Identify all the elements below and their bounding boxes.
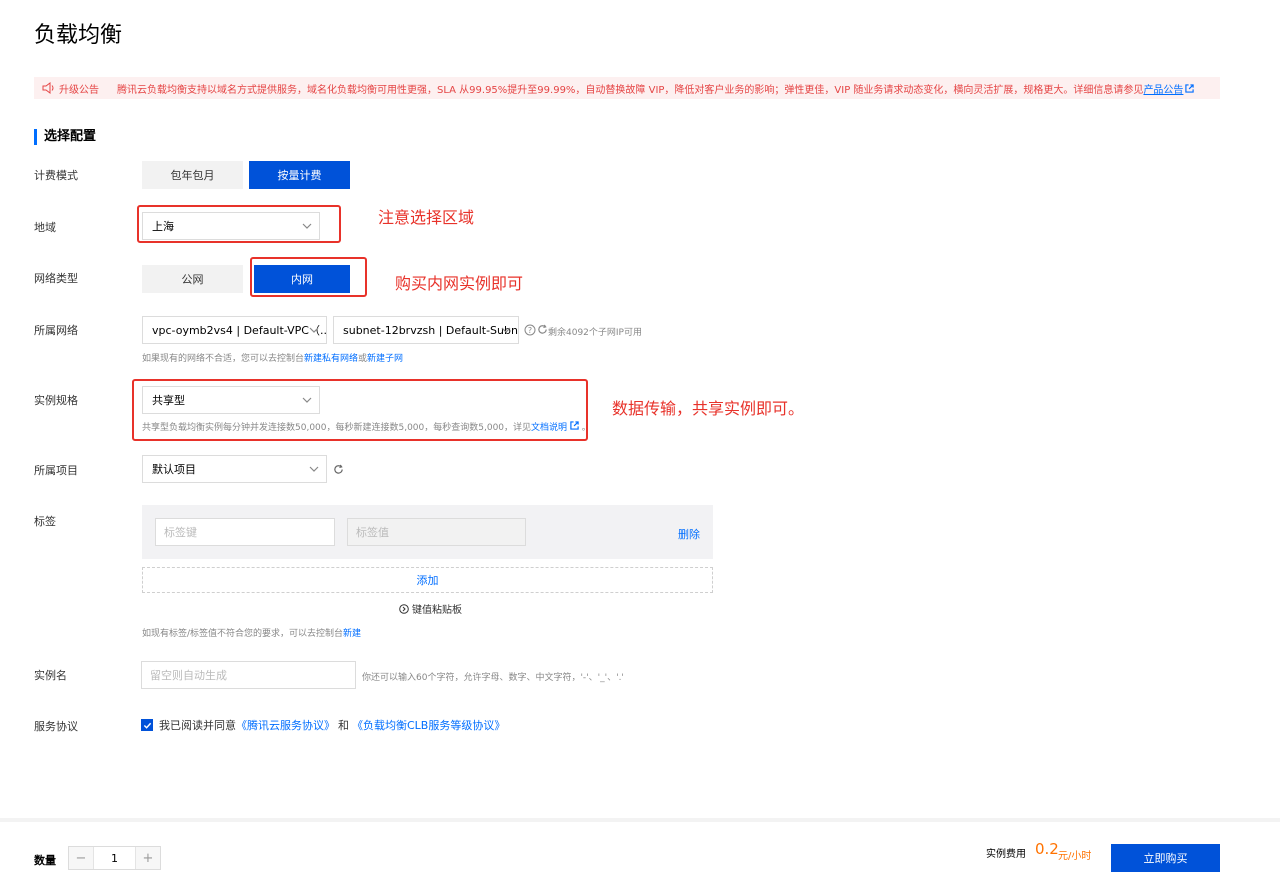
billing-option-yearly[interactable]: 包年包月 [142,161,243,189]
create-tag-link[interactable]: 新建 [343,629,361,639]
fee-unit: 元/小时 [1058,851,1092,862]
annotation-region: 注意选择区域 [378,208,475,227]
refresh-icon[interactable] [537,324,548,335]
chevron-down-icon [309,466,319,472]
quantity-value[interactable]: 1 [93,847,136,869]
network-hint: 如果现有的网络不合适，您可以去控制台新建私有网络或新建子网 [142,354,404,364]
footer-bar: 数量 − 1 + 实例费用 0.2 元/小时 立即购买 [0,818,1280,886]
agreement-label: 服务协议 [34,720,78,733]
notice-tag: 升级公告 [59,84,99,96]
tag-key-input[interactable]: 标签键 [155,518,335,546]
network-label: 所属网络 [34,324,78,337]
billing-label: 计费模式 [34,169,78,182]
fee-label: 实例费用 [986,849,1026,860]
speaker-icon [42,82,54,94]
billing-option-payg[interactable]: 按量计费 [249,161,350,189]
tag-value-input[interactable]: 标签值 [347,518,526,546]
chevron-down-icon [309,327,319,333]
project-value: 默认项目 [152,463,196,476]
service-agreement-link[interactable]: 《腾讯云服务协议》 [236,717,335,733]
sla-agreement-link[interactable]: 《负载均衡CLB服务等级协议》 [352,717,505,733]
clipboard-icon [399,603,409,614]
instance-name-hint: 你还可以输入60个字符，允许字母、数字、中文字符，'-'、'_'、'.' [362,673,624,683]
subnet-value: subnet-12brvzsh | Default-Subn... [343,323,519,337]
annotation-box-region [137,205,341,243]
instance-name-input[interactable]: 留空则自动生成 [141,661,356,689]
page-title: 负载均衡 [34,23,123,48]
external-link-icon[interactable] [1185,83,1195,93]
clipboard-button[interactable]: 键值粘贴板 [399,601,462,616]
help-icon[interactable]: ? [524,324,536,336]
check-icon [143,722,151,729]
tags-hint: 如现有标签/标签值不符合您的要求，可以去控制台新建 [142,629,362,639]
network-type-public[interactable]: 公网 [142,265,243,293]
section-title: 选择配置 [34,129,96,145]
create-subnet-link[interactable]: 新建子网 [367,354,403,364]
project-label: 所属项目 [34,464,78,477]
quantity-label: 数量 [34,854,56,867]
instance-name-label: 实例名 [34,669,67,682]
fee-value: 0.2 [1035,840,1059,858]
chevron-down-icon [501,327,511,333]
annotation-box-network [250,257,367,297]
create-vpc-link[interactable]: 新建私有网络 [304,354,358,364]
network-type-label: 网络类型 [34,272,78,285]
quantity-decrement-button[interactable]: − [69,847,93,869]
tag-add-button[interactable]: 添加 [142,567,713,593]
spec-label: 实例规格 [34,394,78,407]
vpc-value: vpc-oymb2vs4 | Default-VPC（... [152,324,327,337]
agreement-checkbox[interactable] [141,719,153,731]
annotation-network: 购买内网实例即可 [395,274,524,293]
agreement: 我已阅读并同意 《腾讯云服务协议》 和 《负载均衡CLB服务等级协议》 [141,717,505,733]
annotation-box-spec [132,379,588,441]
refresh-icon[interactable] [333,464,344,475]
annotation-spec: 数据传输，共享实例即可。 [612,399,805,418]
subnet-remaining: 剩余4092个子网IP可用 [548,328,642,338]
quantity-stepper[interactable]: − 1 + [68,846,161,870]
svg-text:?: ? [528,326,532,335]
notice-link[interactable]: 产品公告 [1143,81,1183,96]
tag-delete-button[interactable]: 删除 [678,526,700,542]
subnet-select[interactable]: subnet-12brvzsh | Default-Subn... [333,316,519,344]
region-label: 地域 [34,221,56,234]
project-select[interactable]: 默认项目 [142,455,327,483]
buy-now-button[interactable]: 立即购买 [1111,844,1220,872]
tags-label: 标签 [34,515,56,528]
vpc-select[interactable]: vpc-oymb2vs4 | Default-VPC（... [142,316,327,344]
upgrade-notice: 升级公告 腾讯云负载均衡支持以域名方式提供服务，域名化负载均衡可用性更强，SLA… [34,77,1220,99]
notice-text: 腾讯云负载均衡支持以域名方式提供服务，域名化负载均衡可用性更强，SLA 从99.… [117,84,1144,96]
quantity-increment-button[interactable]: + [136,847,160,869]
